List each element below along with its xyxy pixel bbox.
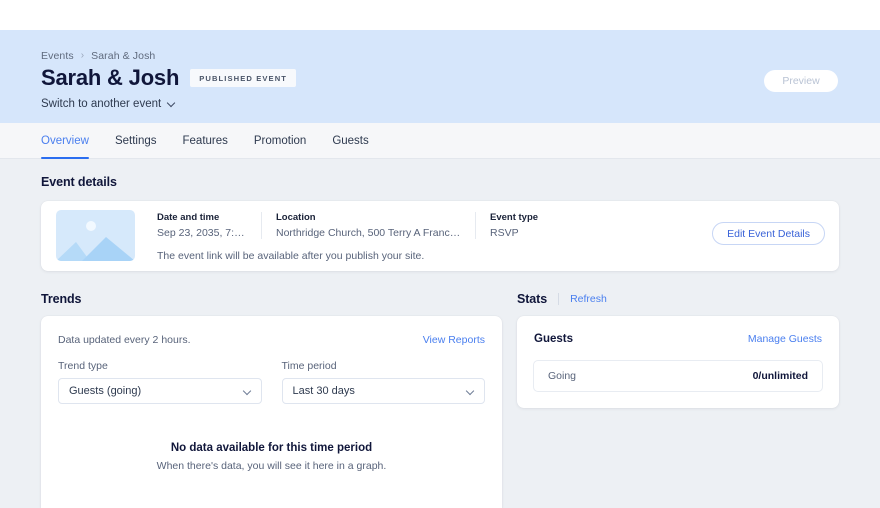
event-link-note: The event link will be available after y… [157, 250, 425, 262]
trends-card: Data updated every 2 hours. View Reports… [41, 316, 502, 508]
content-area: Overview Settings Features Promotion Gue… [0, 123, 880, 508]
chevron-down-icon [467, 388, 474, 395]
time-period-value: Last 30 days [292, 385, 355, 397]
tab-bar: Overview Settings Features Promotion Gue… [0, 123, 880, 159]
guests-card-header: Guests Manage Guests [534, 333, 822, 345]
field-label: Location [276, 212, 316, 223]
event-image-placeholder [56, 210, 135, 261]
trend-type-value: Guests (going) [69, 385, 142, 397]
time-period-group: Time period Last 30 days [281, 360, 485, 404]
trends-filters: Trend type Guests (going) Time period La… [58, 360, 485, 404]
status-badge: Published event [190, 69, 297, 88]
tab-promotion[interactable]: Promotion [254, 123, 306, 159]
stat-label: Going [548, 370, 577, 382]
field-label: Date and time [157, 212, 220, 223]
tab-features[interactable]: Features [183, 123, 228, 159]
mountain-icon [56, 237, 135, 261]
chevron-down-icon [168, 100, 176, 108]
stat-row-going: Going 0/unlimited [533, 360, 823, 392]
field-date-and-time: Date and time Sep 23, 2035, 7:00 PM [135, 212, 261, 239]
page-title: Sarah & Josh [41, 65, 180, 90]
edit-event-details-button[interactable]: Edit Event Details [712, 222, 825, 245]
trends-empty-state: No data available for this time period W… [41, 442, 502, 472]
event-details-heading: Event details [41, 175, 117, 189]
switch-event-dropdown[interactable]: Switch to another event [41, 98, 176, 110]
trends-heading: Trends [41, 292, 82, 306]
event-details-card: Date and time Sep 23, 2035, 7:00 PM Loca… [41, 201, 839, 271]
stats-heading-row: Stats Refresh [517, 292, 607, 306]
breadcrumb-item-events[interactable]: Events [41, 50, 74, 62]
stat-value: 0/unlimited [752, 370, 808, 382]
refresh-link[interactable]: Refresh [570, 293, 607, 305]
page-header: Events › Sarah & Josh Sarah & Josh Publi… [0, 30, 880, 123]
tab-guests[interactable]: Guests [332, 123, 368, 159]
empty-state-title: No data available for this time period [170, 442, 373, 454]
guests-stats-card: Guests Manage Guests Going 0/unlimited [517, 316, 839, 408]
preview-button[interactable]: Preview [764, 70, 838, 92]
trends-topline: Data updated every 2 hours. View Reports [58, 334, 485, 346]
trend-type-select[interactable]: Guests (going) [58, 378, 262, 404]
time-period-label: Time period [281, 360, 337, 372]
breadcrumb-separator-icon: › [80, 50, 85, 61]
switch-event-label: Switch to another event [41, 98, 162, 110]
breadcrumb: Events › Sarah & Josh [41, 50, 155, 62]
trends-update-note: Data updated every 2 hours. [58, 334, 191, 346]
field-location: Location Northridge Church, 500 Terry A … [261, 212, 475, 239]
title-row: Sarah & Josh Published event [41, 65, 297, 90]
breadcrumb-item-current: Sarah & Josh [91, 50, 156, 62]
manage-guests-link[interactable]: Manage Guests [748, 333, 822, 345]
field-value: Northridge Church, 500 Terry A Francois … [276, 227, 461, 239]
field-label: Event type [490, 212, 539, 223]
field-event-type: Event type RSVP [475, 212, 655, 239]
stats-heading: Stats [517, 292, 548, 306]
field-value: Sep 23, 2035, 7:00 PM [157, 227, 247, 239]
tab-overview[interactable]: Overview [41, 123, 89, 159]
empty-state-subtitle: When there's data, you will see it here … [156, 460, 387, 472]
guests-card-title: Guests [534, 333, 573, 345]
view-reports-link[interactable]: View Reports [423, 334, 485, 346]
trend-type-label: Trend type [58, 360, 108, 372]
sun-icon [86, 221, 96, 231]
chevron-down-icon [244, 388, 251, 395]
trend-type-group: Trend type Guests (going) [58, 360, 262, 404]
time-period-select[interactable]: Last 30 days [281, 378, 485, 404]
tab-settings[interactable]: Settings [115, 123, 157, 159]
page-root: Events › Sarah & Josh Sarah & Josh Publi… [0, 0, 880, 508]
field-value: RSVP [490, 227, 519, 239]
stats-divider [558, 293, 560, 305]
